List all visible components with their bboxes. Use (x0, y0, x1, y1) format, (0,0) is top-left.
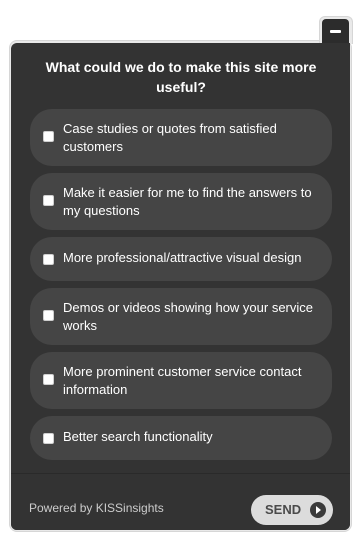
powered-by-link[interactable]: Powered by KISSinsights (29, 501, 164, 515)
survey-question: What could we do to make this site more … (45, 59, 317, 95)
option-case-studies[interactable]: Case studies or quotes from satisfied cu… (30, 109, 332, 166)
option-find-answers[interactable]: Make it easier for me to find the answer… (30, 173, 332, 230)
minimize-button[interactable] (322, 19, 349, 43)
option-checkbox[interactable] (43, 433, 54, 444)
option-label: Make it easier for me to find the answer… (63, 185, 312, 218)
option-checkbox[interactable] (43, 310, 54, 321)
option-label: Demos or videos showing how your service… (63, 300, 313, 333)
send-label: SEND (265, 502, 302, 517)
arrow-right-icon (310, 502, 326, 518)
option-label: Better search functionality (63, 429, 213, 444)
option-checkbox[interactable] (43, 131, 54, 142)
send-button[interactable]: SEND (251, 495, 333, 525)
minimize-icon (330, 30, 341, 33)
option-label: More professional/attractive visual desi… (63, 250, 302, 265)
widget-footer: Powered by KISSinsights SEND (11, 474, 350, 530)
option-checkbox[interactable] (43, 374, 54, 385)
option-contact-info[interactable]: More prominent customer service contact … (30, 352, 332, 409)
option-search[interactable]: Better search functionality (30, 416, 332, 460)
option-checkbox[interactable] (43, 195, 54, 206)
survey-widget: What could we do to make this site more … (0, 0, 362, 537)
option-checkbox[interactable] (43, 254, 54, 265)
option-demos-videos[interactable]: Demos or videos showing how your service… (30, 288, 332, 345)
option-label: More prominent customer service contact … (63, 364, 302, 397)
option-visual-design[interactable]: More professional/attractive visual desi… (30, 237, 332, 281)
survey-panel: What could we do to make this site more … (11, 43, 350, 530)
option-label: Case studies or quotes from satisfied cu… (63, 121, 277, 154)
